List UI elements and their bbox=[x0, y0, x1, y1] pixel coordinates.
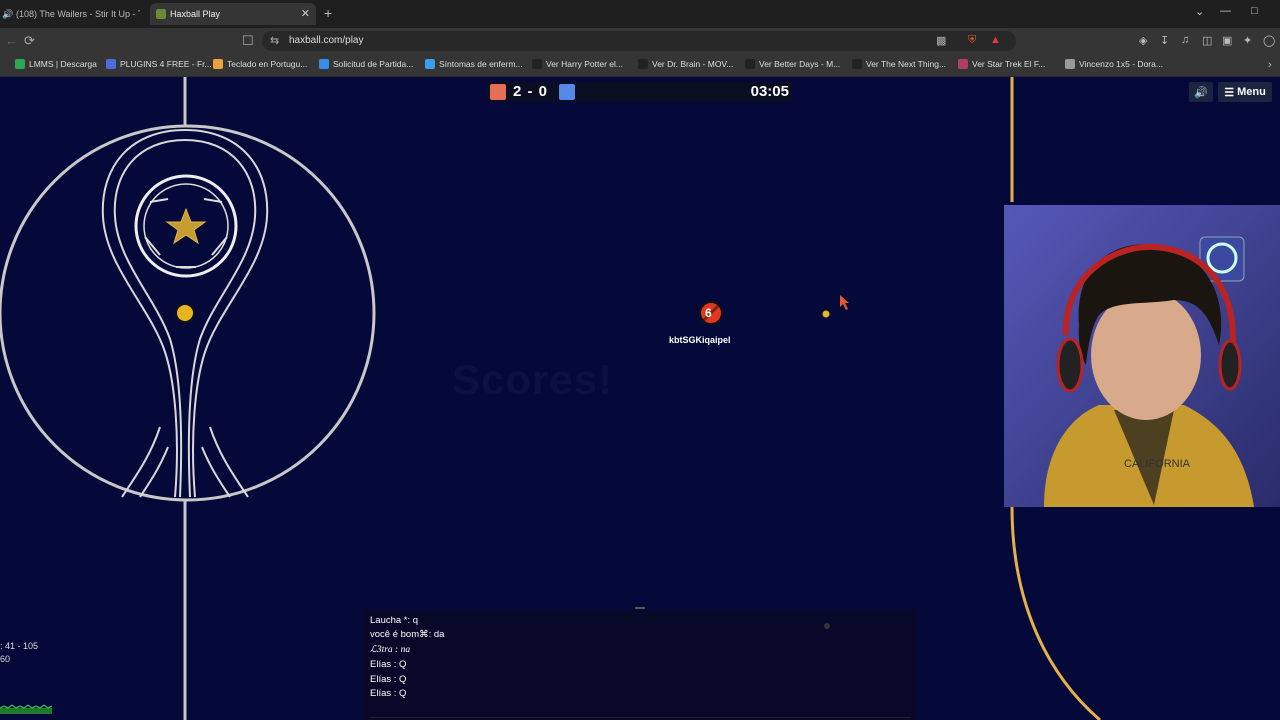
chat-resize-handle[interactable] bbox=[635, 607, 645, 609]
bookmark-favicon-icon bbox=[745, 59, 755, 69]
bookmark-icon[interactable]: ☐ bbox=[242, 33, 254, 49]
bookmark-item[interactable]: Vincenzo 1x5 - Dora... bbox=[1065, 59, 1163, 69]
chat-message: você é bom⌘: da bbox=[370, 629, 445, 640]
chat-message: Elías : Q bbox=[370, 674, 407, 685]
svg-text:CALIFORNIA: CALIFORNIA bbox=[1124, 458, 1191, 470]
menu-button[interactable]: ☰ Menu bbox=[1218, 82, 1272, 102]
vpn-icon[interactable]: ◯ bbox=[1263, 34, 1275, 47]
tab-title: (108) The Wailers - Stir It Up - Th bbox=[16, 9, 140, 19]
wallet-icon[interactable]: ▣ bbox=[1222, 34, 1232, 47]
player-name-label: kbtSGKiqaipel bbox=[669, 335, 731, 345]
address-bar[interactable]: ⇆ haxball.com/play ▩ ⛨ ▲ bbox=[262, 31, 1016, 51]
sidebar-icon[interactable]: ◫ bbox=[1202, 34, 1212, 47]
leo-icon[interactable]: ✦ bbox=[1243, 34, 1252, 47]
chat-indicator bbox=[824, 623, 830, 629]
bookmark-item[interactable]: PLUGINS 4 FREE - Fr... bbox=[106, 59, 212, 69]
menu-label: Menu bbox=[1237, 86, 1266, 98]
tab-bar: 🔊 (108) The Wailers - Stir It Up - Th Ha… bbox=[0, 0, 1280, 28]
more-bookmarks-icon[interactable]: › bbox=[1268, 59, 1272, 71]
bookmark-item[interactable]: Ver Harry Potter el... bbox=[532, 59, 623, 69]
bookmark-favicon-icon bbox=[1065, 59, 1075, 69]
net-stats: : 41 - 105 60 bbox=[0, 640, 38, 666]
red-team-icon bbox=[490, 84, 506, 100]
brave-rewards-icon[interactable]: ▲ bbox=[990, 34, 1001, 46]
webcam-overlay: CALIFORNIA bbox=[1004, 205, 1280, 507]
score: 2 - 0 bbox=[513, 83, 549, 100]
chat-message: ℒ3tra : na bbox=[370, 645, 411, 655]
tab-title: Haxball Play bbox=[170, 9, 221, 19]
scores-ghost-text: Scores! bbox=[452, 356, 614, 403]
fps-graph bbox=[0, 704, 52, 714]
bookmark-item[interactable]: Ver The Next Thing... bbox=[852, 59, 946, 69]
timer: 03:05 bbox=[750, 83, 789, 100]
close-icon[interactable]: ✕ bbox=[301, 7, 310, 20]
bookmark-favicon-icon bbox=[958, 59, 968, 69]
reload-button[interactable]: ⟳ bbox=[24, 33, 35, 49]
bookmark-favicon-icon bbox=[15, 59, 25, 69]
logo-dot bbox=[175, 303, 195, 323]
bookmark-item[interactable]: LMMS | Descarga bbox=[15, 59, 97, 69]
bookmark-item[interactable]: Ver Dr. Brain - MOV... bbox=[638, 59, 733, 69]
bookmark-favicon-icon bbox=[532, 59, 542, 69]
fps-readout: 60 bbox=[0, 654, 11, 664]
chat-message: Elías : Q bbox=[370, 688, 407, 699]
sound-button[interactable]: 🔊 bbox=[1189, 82, 1213, 102]
haxball-favicon-icon bbox=[156, 9, 166, 19]
navigation-bar: ← ⟳ ☐ ⇆ haxball.com/play ▩ ⛨ ▲ ◈ ↧ ♫ ◫ ▣… bbox=[0, 28, 1280, 54]
speaker-icon: 🔊 bbox=[2, 9, 14, 19]
brave-shield-icon[interactable]: ⛨ bbox=[968, 34, 976, 47]
bookmark-favicon-icon bbox=[425, 59, 435, 69]
player-number: 6 bbox=[705, 306, 712, 320]
hamburger-icon: ☰ bbox=[1224, 86, 1235, 99]
scoreboard: 2 - 0 03:05 bbox=[487, 82, 792, 102]
tab-haxball[interactable]: Haxball Play ✕ bbox=[150, 3, 316, 25]
download-icon[interactable]: ↧ bbox=[1160, 34, 1169, 47]
tab-youtube[interactable]: 🔊 (108) The Wailers - Stir It Up - Th bbox=[2, 3, 140, 25]
chevron-down-icon[interactable]: ⌄ bbox=[1195, 5, 1204, 18]
bookmark-favicon-icon bbox=[852, 59, 862, 69]
back-button[interactable]: ← bbox=[5, 33, 18, 48]
ping-readout: : 41 - 105 bbox=[0, 641, 39, 651]
chat-input[interactable] bbox=[370, 709, 911, 718]
bookmark-favicon-icon bbox=[106, 59, 116, 69]
maximize-button[interactable]: □ bbox=[1251, 5, 1258, 17]
bookmark-item[interactable]: Teclado en Portugu... bbox=[213, 59, 307, 69]
media-icon[interactable]: ♫ bbox=[1181, 34, 1189, 46]
penalty-arc bbox=[1010, 506, 1101, 720]
extensions-icon[interactable]: ◈ bbox=[1139, 34, 1147, 47]
translate-icon[interactable]: ▩ bbox=[936, 34, 946, 47]
bookmark-favicon-icon bbox=[213, 59, 223, 69]
ball bbox=[822, 310, 830, 318]
speaker-icon: 🔊 bbox=[1194, 86, 1208, 99]
bookmark-favicon-icon bbox=[319, 59, 329, 69]
url-text: haxball.com/play bbox=[289, 35, 364, 46]
chat-message: Elías : Q bbox=[370, 659, 407, 670]
minimize-button[interactable]: — bbox=[1220, 5, 1231, 17]
site-info-icon[interactable]: ⇆ bbox=[270, 34, 279, 47]
bookmark-item[interactable]: Solicitud de Partida... bbox=[319, 59, 413, 69]
new-tab-button[interactable]: + bbox=[324, 5, 332, 21]
bookmarks-bar: LMMS | Descarga PLUGINS 4 FREE - Fr... T… bbox=[0, 54, 1280, 77]
blue-team-icon bbox=[559, 84, 575, 100]
webcam-image: CALIFORNIA bbox=[1004, 205, 1280, 507]
cursor-icon bbox=[840, 295, 849, 310]
bookmark-item[interactable]: Síntomas de enferm... bbox=[425, 59, 523, 69]
bookmark-item[interactable]: Ver Better Days - M... bbox=[745, 59, 840, 69]
bookmark-item[interactable]: Ver Star Trek El F... bbox=[958, 59, 1045, 69]
chat-message: Laucha *: q bbox=[370, 615, 419, 626]
chat-panel: Laucha *: q você é bom⌘: da ℒ3tra : na E… bbox=[363, 607, 916, 720]
bookmark-favicon-icon bbox=[638, 59, 648, 69]
